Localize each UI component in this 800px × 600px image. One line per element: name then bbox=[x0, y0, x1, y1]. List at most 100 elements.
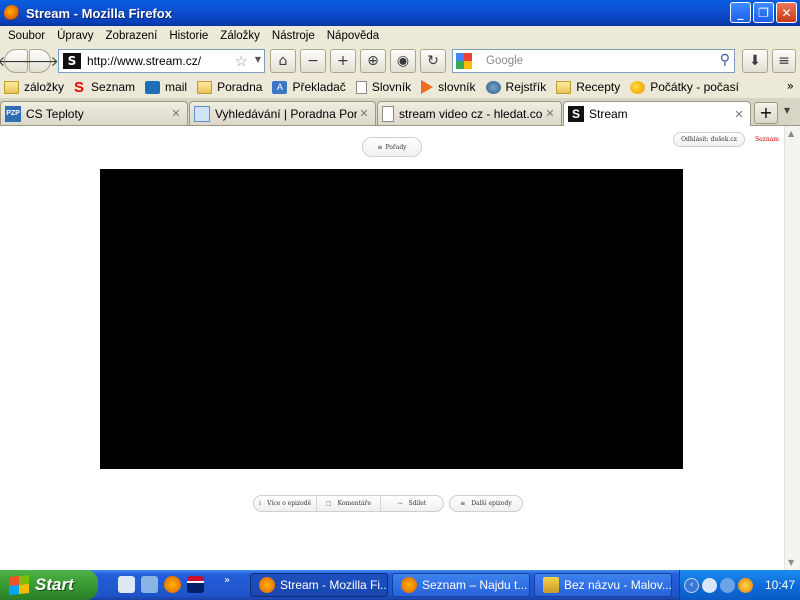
updates-icon[interactable] bbox=[738, 577, 753, 593]
firefox-icon bbox=[4, 5, 20, 21]
page-icon bbox=[355, 80, 367, 94]
about-episode-button[interactable]: i Více o epizodě bbox=[254, 496, 318, 511]
window-title: Stream - Mozilla Firefox bbox=[26, 5, 172, 21]
printer-icon[interactable] bbox=[118, 576, 135, 593]
tab-close-icon[interactable]: ✕ bbox=[543, 107, 557, 120]
minimize-button[interactable]: _ bbox=[730, 2, 751, 23]
downloads-button[interactable]: ⬇ bbox=[742, 49, 768, 73]
seznam-link[interactable]: Seznam bbox=[755, 136, 779, 143]
plus-icon: + bbox=[337, 53, 349, 69]
comment-icon: □ bbox=[325, 500, 332, 507]
menu-bar: Soubor Úpravy Zobrazení Historie Záložky… bbox=[0, 26, 800, 46]
quicklaunch-overflow-icon[interactable]: » bbox=[224, 575, 230, 586]
next-episodes-button[interactable]: ≡ Další epizody bbox=[449, 495, 523, 512]
bookmark-recepty[interactable]: Recepty bbox=[556, 80, 620, 94]
window-titlebar[interactable]: Stream - Mozilla Firefox _ ❐ ✕ bbox=[0, 0, 800, 26]
task-stream-firefox[interactable]: Stream - Mozilla Fi... bbox=[250, 573, 388, 597]
google-icon[interactable] bbox=[456, 53, 472, 69]
clock[interactable]: 10:47 bbox=[765, 578, 795, 592]
folder-icon bbox=[4, 80, 19, 94]
menu-history[interactable]: Historie bbox=[163, 30, 214, 42]
minus-icon: − bbox=[307, 53, 319, 69]
forward-button[interactable]: 🡒 bbox=[21, 49, 59, 73]
comments-button[interactable]: □ Komentáře bbox=[317, 496, 381, 511]
zoom-reset-button[interactable]: ⊕ bbox=[360, 49, 386, 73]
menu-bookmarks[interactable]: Záložky bbox=[214, 30, 266, 42]
menu-button[interactable]: ≡ bbox=[772, 49, 796, 73]
reload-button[interactable]: ↻ bbox=[420, 49, 446, 73]
task-seznam[interactable]: Seznam – Najdu t... bbox=[392, 573, 530, 597]
windows-taskbar: Start » Stream - Mozilla Fi... Seznam – … bbox=[0, 570, 800, 600]
bookmark-seznam[interactable]: S Seznam bbox=[74, 78, 135, 96]
menu-edit[interactable]: Úpravy bbox=[51, 30, 99, 42]
search-bar[interactable]: Google ⚲ bbox=[452, 49, 735, 73]
page-content: ≡ Pořady Odhlásit: dušek.cz Seznam i Více… bbox=[0, 126, 784, 570]
tab-close-icon[interactable]: ✕ bbox=[169, 107, 183, 120]
url-bar[interactable]: S http://www.stream.cz/ ☆ ▼ bbox=[58, 49, 265, 73]
home-button[interactable]: ⌂ bbox=[270, 49, 296, 73]
scroll-down-icon[interactable]: ▼ bbox=[788, 558, 794, 567]
url-text[interactable]: http://www.stream.cz/ bbox=[87, 54, 201, 68]
tab-stream-video-cz[interactable]: stream video cz - hledat.com ✕ bbox=[377, 101, 562, 125]
close-button[interactable]: ✕ bbox=[776, 2, 797, 23]
zoom-out-button[interactable]: − bbox=[300, 49, 326, 73]
tab-cs-teploty[interactable]: PZP CS Teploty ✕ bbox=[0, 101, 188, 125]
new-tab-button[interactable]: + bbox=[754, 102, 778, 124]
video-player[interactable] bbox=[100, 169, 683, 469]
vertical-scrollbar[interactable]: ▲ ▼ bbox=[784, 126, 800, 570]
play-icon bbox=[421, 80, 434, 94]
system-tray: ‹ 10:47 bbox=[679, 570, 800, 600]
task-paint[interactable]: Bez názvu - Malov... bbox=[534, 573, 672, 597]
menu-help[interactable]: Nápověda bbox=[321, 30, 385, 42]
bookmark-star-icon[interactable]: ☆ bbox=[235, 52, 248, 70]
shows-button[interactable]: ≡ Pořady bbox=[362, 137, 422, 157]
url-dropdown-icon[interactable]: ▼ bbox=[255, 55, 261, 64]
logout-button[interactable]: Odhlásit: dušek.cz bbox=[673, 132, 745, 147]
bookmark-rejstrik[interactable]: Rejstřík bbox=[485, 80, 546, 94]
tray-expand-icon[interactable]: ‹ bbox=[684, 577, 699, 593]
bookmark-slovnik[interactable]: Slovník bbox=[355, 80, 411, 94]
bookmarks-toolbar: záložky S Seznam mail Poradna A Překladač … bbox=[0, 76, 800, 98]
start-button[interactable]: Start bbox=[0, 570, 98, 600]
zoom-in-button[interactable]: + bbox=[330, 49, 356, 73]
menu-file[interactable]: Soubor bbox=[2, 30, 51, 42]
share-arrow-icon: → bbox=[397, 500, 403, 507]
reload-icon: ↻ bbox=[427, 53, 439, 69]
volume-icon[interactable] bbox=[720, 577, 735, 593]
maximize-button[interactable]: ❐ bbox=[753, 2, 774, 23]
bookmark-poradna[interactable]: Poradna bbox=[197, 80, 262, 94]
tab-close-icon[interactable]: ✕ bbox=[357, 107, 371, 120]
info-icon: i bbox=[259, 500, 262, 507]
tab-vyhledavani[interactable]: Vyhledávání | Poradna Pora... ✕ bbox=[189, 101, 376, 125]
windows-logo-icon bbox=[9, 574, 29, 596]
bookmark-pocatky-pocasi[interactable]: Počátky - počasí bbox=[630, 80, 739, 94]
seznam-icon: S bbox=[74, 78, 85, 96]
search-icon[interactable]: ⚲ bbox=[720, 52, 730, 68]
tab-stream[interactable]: S Stream ✕ bbox=[563, 101, 751, 126]
firefox-icon bbox=[259, 577, 275, 593]
registry-icon bbox=[485, 80, 501, 94]
share-button[interactable]: → Sdílet bbox=[381, 496, 443, 511]
tab-list-icon[interactable]: ▼ bbox=[784, 106, 790, 115]
folder-icon bbox=[197, 80, 213, 94]
bookmark-zalozky[interactable]: záložky bbox=[4, 80, 64, 94]
tab-close-icon[interactable]: ✕ bbox=[732, 108, 746, 121]
bookmarks-overflow-icon[interactable]: » bbox=[787, 79, 794, 93]
firefox-icon[interactable] bbox=[164, 576, 181, 593]
recycle-bin-icon[interactable] bbox=[141, 576, 158, 593]
bookmark-slovnik-2[interactable]: slovník bbox=[421, 80, 476, 94]
scroll-up-icon[interactable]: ▲ bbox=[788, 129, 794, 138]
menu-tools[interactable]: Nástroje bbox=[266, 30, 321, 42]
network-icon[interactable] bbox=[702, 577, 717, 593]
search-placeholder[interactable]: Google bbox=[486, 55, 523, 67]
bookmark-mail[interactable]: mail bbox=[145, 80, 187, 94]
home-icon: ⌂ bbox=[278, 53, 288, 69]
episodes-icon: ≡ bbox=[460, 500, 466, 507]
globe-icon: ◉ bbox=[396, 53, 410, 69]
mail-icon bbox=[145, 80, 161, 94]
language-flag-icon[interactable] bbox=[187, 576, 204, 593]
crosshair-icon: ⊕ bbox=[367, 53, 379, 69]
addon-button[interactable]: ◉ bbox=[390, 49, 416, 73]
menu-view[interactable]: Zobrazení bbox=[100, 30, 164, 42]
bookmark-prekladac[interactable]: A Překladač bbox=[272, 80, 346, 94]
